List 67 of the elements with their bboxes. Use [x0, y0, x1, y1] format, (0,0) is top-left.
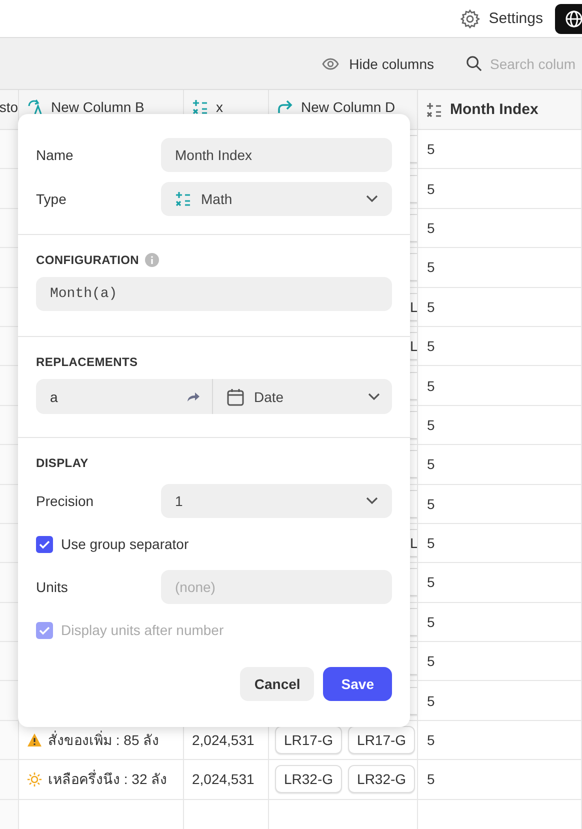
- table-cell: 5: [418, 760, 582, 800]
- status-text: เหลือครึ่งนึง : 32 ลัง: [48, 768, 168, 790]
- checkbox-label: Display units after number: [61, 622, 224, 638]
- tag-chip: LR17-G: [275, 726, 342, 754]
- eye-icon: [322, 58, 340, 70]
- field-label: Name: [36, 147, 74, 163]
- math-icon: [192, 98, 208, 114]
- precision-dropdown[interactable]: 1: [161, 484, 392, 518]
- checkbox[interactable]: [36, 536, 53, 552]
- type-dropdown[interactable]: Date: [213, 379, 392, 414]
- table-cell: 5: [418, 563, 582, 603]
- settings-icon: [460, 8, 480, 28]
- field-label: Units: [36, 579, 69, 595]
- check-icon: [39, 626, 50, 634]
- type-dropdown[interactable]: Math: [161, 182, 392, 216]
- name-field[interactable]: Month Index: [161, 138, 392, 172]
- check-icon: [39, 540, 50, 548]
- status-text: สั่งของเพิ่ม : 85 ลัง: [48, 730, 160, 750]
- tag-chip: LR32-G: [348, 765, 416, 794]
- formula-field[interactable]: Month(a): [36, 277, 392, 311]
- table-cell: 5: [418, 366, 582, 406]
- table-cell: 5: [418, 288, 582, 327]
- chevron-down-icon: [366, 195, 378, 203]
- section-title: DISPLAY: [36, 456, 90, 470]
- math-icon: [175, 191, 191, 207]
- variable-name: a: [50, 388, 58, 404]
- table-cell: 5: [418, 524, 582, 564]
- table-cell: 5: [418, 602, 582, 642]
- search-icon: [466, 55, 482, 72]
- save-button[interactable]: Save: [323, 667, 392, 701]
- link-arrow-icon: [277, 98, 293, 114]
- chevron-down-icon: [366, 497, 378, 505]
- math-icon: [426, 102, 442, 118]
- table-cell: 5: [418, 169, 582, 209]
- table-cell: 5: [418, 445, 582, 485]
- hide-columns-button[interactable]: Hide columns: [322, 56, 434, 72]
- field-label: Precision: [36, 493, 95, 509]
- search-field[interactable]: Search colum: [466, 55, 582, 72]
- tag-chip: LR32-G: [275, 765, 342, 794]
- table-cell: 5: [418, 681, 582, 721]
- checkbox-label: Use group separator: [61, 536, 189, 552]
- column-header[interactable]: Month Index: [418, 90, 582, 130]
- globe-icon: [565, 10, 582, 28]
- sun-icon: [27, 772, 42, 787]
- table-cell: 5: [418, 484, 582, 524]
- table-cell: 5: [418, 130, 582, 170]
- tag-chip: LR17-G: [348, 726, 416, 754]
- table-cell: 5: [418, 326, 582, 366]
- table-cell: 5: [418, 642, 582, 682]
- replacement-field[interactable]: a Date: [36, 379, 392, 414]
- cancel-button[interactable]: Cancel: [240, 667, 314, 701]
- table-cell: 5: [418, 248, 582, 288]
- section-title: REPLACEMENTS: [36, 355, 139, 369]
- column-header[interactable]: sto: [0, 90, 19, 130]
- lookup-icon: [27, 98, 43, 114]
- field-label: Type: [36, 191, 68, 207]
- section-title: CONFIGURATION: [36, 253, 140, 267]
- forward-arrow-icon: [187, 391, 200, 402]
- table-cell: 5: [418, 208, 582, 248]
- calendar-icon: [227, 388, 244, 406]
- table-cell: 5: [418, 720, 582, 760]
- info-icon: [145, 253, 160, 267]
- warning-icon: [27, 733, 42, 748]
- table-cell: 5: [418, 406, 582, 446]
- settings-button[interactable]: Settings: [460, 8, 543, 28]
- table-cell: 2,024,531: [184, 760, 269, 800]
- chevron-down-icon: [368, 392, 380, 400]
